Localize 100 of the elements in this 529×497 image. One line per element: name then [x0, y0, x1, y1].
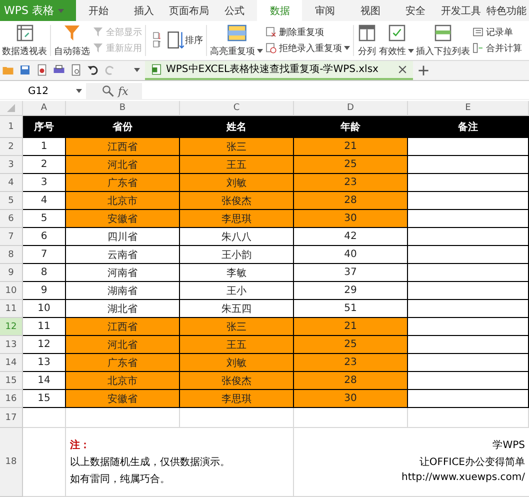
merge-icon [472, 42, 484, 54]
row-number[interactable]: 3 [0, 156, 23, 174]
row-number[interactable]: 1 [0, 116, 23, 138]
row-number[interactable]: 7 [0, 228, 23, 246]
row-number[interactable]: 16 [0, 390, 23, 408]
column-header[interactable]: E [408, 101, 529, 116]
column-heading: 年龄 [294, 116, 408, 138]
table-cell: 1 [23, 138, 66, 156]
row-number[interactable]: 14 [0, 354, 23, 372]
ribbon-button[interactable]: 分列 [356, 21, 378, 60]
row-number[interactable]: 11 [0, 300, 23, 318]
ribbon-button[interactable]: 自动筛选 [53, 21, 91, 60]
row-number[interactable]: 4 [0, 174, 23, 192]
table-cell: 张三 [180, 318, 294, 336]
column-header[interactable]: D [294, 101, 408, 116]
table-cell: 王五 [180, 336, 294, 354]
row-number[interactable]: 17 [0, 408, 23, 428]
caret-icon [76, 88, 82, 94]
row-number[interactable]: 2 [0, 138, 23, 156]
ribbon-button[interactable]: 高亮重复项 [209, 21, 264, 60]
table-cell: 广东省 [66, 354, 180, 372]
table-cell[interactable] [180, 408, 294, 428]
table-cell: 湖南省 [66, 282, 180, 300]
funnel-icon [92, 26, 104, 38]
row-number[interactable]: 12 [0, 318, 23, 336]
table-cell: 9 [23, 282, 66, 300]
app-menu-button[interactable]: WPS 表格 [0, 0, 76, 22]
table-cell: 2 [23, 156, 66, 174]
table-cell: 21 [294, 138, 408, 156]
table-cell[interactable] [294, 408, 408, 428]
table-cell: 14 [23, 372, 66, 390]
note-title: 注： [70, 438, 91, 452]
table-cell: 北京市 [66, 372, 180, 390]
document-title: WPS中EXCEL表格快速查找重复项-学WPS.xlsx [166, 62, 378, 76]
column-header[interactable]: A [23, 101, 66, 116]
credit-text: 让OFFICE办公变得简单 [419, 456, 525, 469]
column-header[interactable]: C [180, 101, 294, 116]
ribbon-tab[interactable]: 插入 [121, 0, 167, 22]
table-cell: 6 [23, 228, 66, 246]
row-number[interactable]: 18 [0, 428, 23, 497]
row-number[interactable]: 13 [0, 336, 23, 354]
ribbon-tab[interactable]: 页面布局 [166, 0, 212, 22]
ribbon-button[interactable]: 数据透视表 [1, 21, 48, 60]
ribbon-button[interactable]: 记录单 [472, 26, 522, 39]
row-number[interactable]: 9 [0, 264, 23, 282]
formula-input[interactable] [142, 83, 529, 100]
table-cell[interactable] [66, 408, 180, 428]
credit-text: http://www.xuewps.com/ [402, 472, 525, 483]
ribbon-tab[interactable]: 公式 [212, 0, 258, 22]
caret-icon [344, 45, 350, 52]
table-cell: 37 [294, 264, 408, 282]
table-cell: 13 [23, 354, 66, 372]
table-cell[interactable] [23, 408, 66, 428]
ribbon-tab[interactable]: 开发工具 [438, 0, 484, 22]
caret-icon [257, 48, 263, 54]
table-cell: 江西省 [66, 318, 180, 336]
table-cell: 河北省 [66, 156, 180, 174]
function-button[interactable]: fx [118, 84, 128, 98]
table-cell: 广东省 [66, 174, 180, 192]
spreadsheet-icon [151, 64, 162, 75]
table-cell: 28 [294, 372, 408, 390]
form-icon [472, 26, 484, 38]
ribbon-tab[interactable]: 数据 [257, 0, 302, 22]
caret-icon [408, 48, 414, 54]
table-cell: 李思琪 [180, 390, 294, 408]
table-cell[interactable] [408, 408, 529, 428]
document-tab[interactable]: WPS中EXCEL表格快速查找重复项-学WPS.xlsx [145, 60, 414, 80]
row-number[interactable]: 6 [0, 210, 23, 228]
ribbon-button[interactable]: 合并计算 [472, 42, 522, 55]
ribbon-button[interactable]: 有效性 [378, 21, 415, 60]
sort-button[interactable]: 排序 [185, 34, 203, 47]
row-number[interactable]: 8 [0, 246, 23, 264]
table-cell: 四川省 [66, 228, 180, 246]
ribbon-tab[interactable]: 特色功能 [484, 0, 529, 22]
row-number[interactable]: 10 [0, 282, 23, 300]
table-icon [226, 22, 246, 43]
row-number[interactable]: 5 [0, 192, 23, 210]
caret-icon [134, 67, 140, 74]
ribbon-button[interactable]: 删除重复项 [265, 26, 350, 39]
ribbon-button[interactable]: 拒绝录入重复项 [265, 42, 350, 55]
redo-icon [104, 64, 116, 76]
row-number[interactable]: 15 [0, 372, 23, 390]
preview-icon [70, 64, 82, 76]
table-cell: 15 [23, 390, 66, 408]
ribbon-tab[interactable]: 安全 [393, 0, 438, 22]
table-cell: 湖北省 [66, 300, 180, 318]
column-header[interactable]: B [66, 101, 180, 116]
ribbon-tab[interactable]: 审阅 [302, 0, 348, 22]
ribbon-tab[interactable]: 开始 [76, 0, 122, 22]
save-icon [19, 64, 31, 76]
plus-icon [418, 64, 430, 76]
table-cell: 李敏 [180, 264, 294, 282]
ribbon-tab[interactable]: 视图 [348, 0, 394, 22]
ribbon-button[interactable]: 插入下拉列表 [415, 21, 471, 60]
cell-reference-field[interactable]: G12 [0, 83, 86, 100]
table-cell: 张俊杰 [180, 372, 294, 390]
table-cell: 张俊杰 [180, 192, 294, 210]
table-cell: 25 [294, 336, 408, 354]
table-cell: 30 [294, 390, 408, 408]
table-cell[interactable] [23, 428, 66, 497]
